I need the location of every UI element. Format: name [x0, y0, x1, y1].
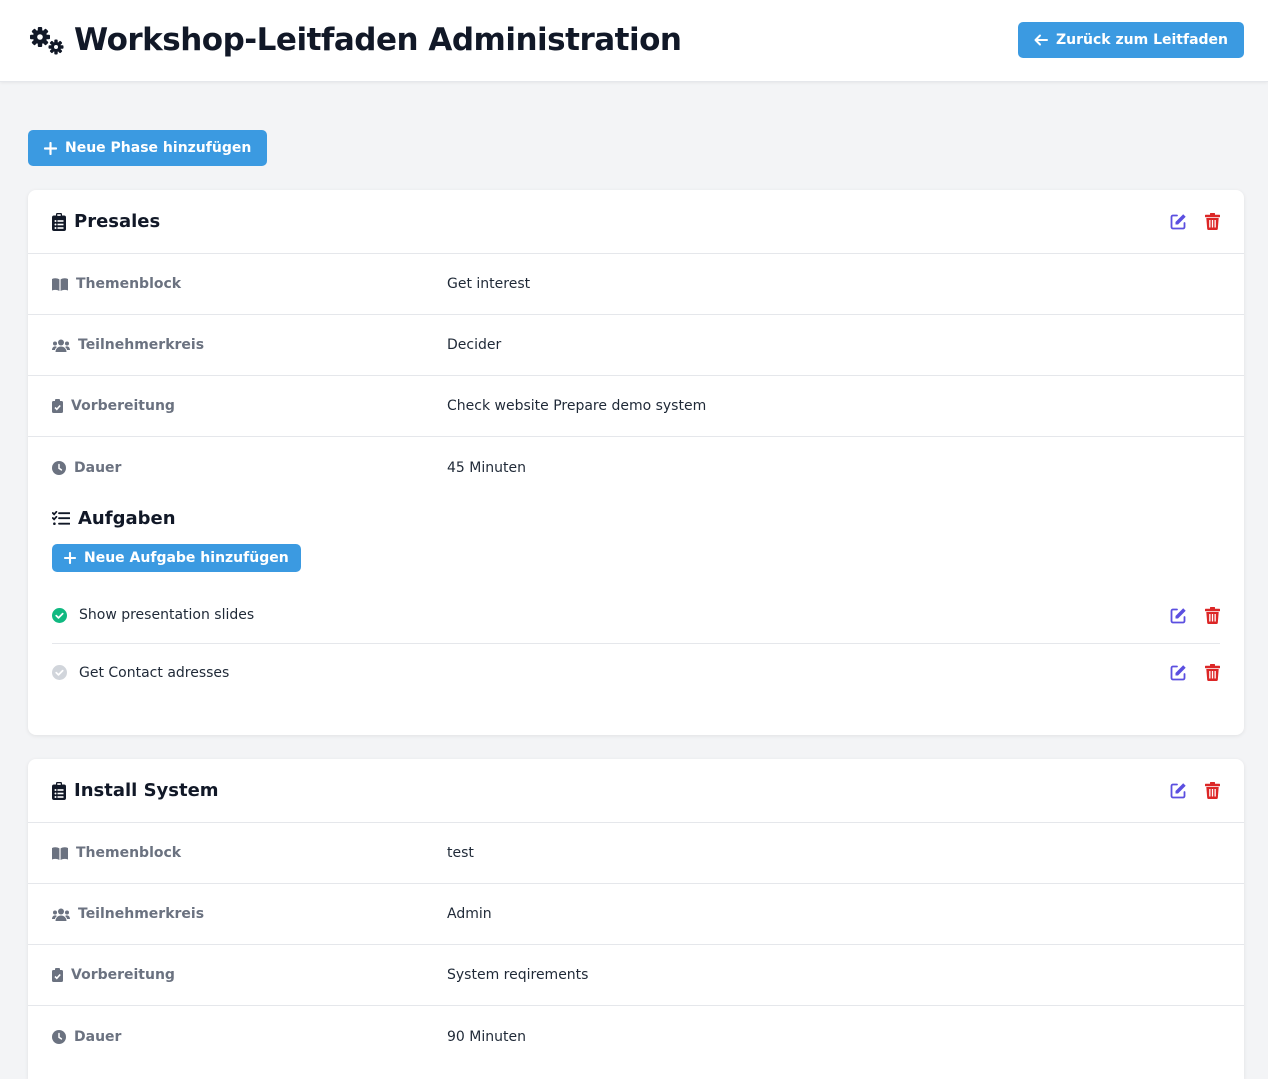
clock-icon: [52, 1029, 66, 1044]
vorbereitung-label: Vorbereitung: [71, 967, 175, 983]
tasks-heading: Aufgaben: [52, 498, 1220, 538]
add-phase-label: Neue Phase hinzufügen: [65, 140, 252, 156]
plus-icon: [64, 552, 76, 564]
trash-icon[interactable]: [1205, 782, 1220, 799]
phase-card-presales: Presales Themenblock Get interest Teilne…: [28, 190, 1244, 735]
plus-icon: [44, 141, 57, 155]
edit-icon[interactable]: [1170, 213, 1187, 230]
phase-title: Install System: [74, 780, 219, 801]
task-item: Get Contact adresses: [52, 644, 1220, 701]
gears-icon: [28, 25, 66, 55]
themenblock-value: test: [447, 845, 474, 861]
tasks-title: Aufgaben: [78, 507, 176, 529]
field-label: Vorbereitung: [52, 967, 447, 983]
field-row-dauer: Dauer 90 Minuten: [28, 1006, 1244, 1067]
check-circle-icon[interactable]: [52, 665, 67, 680]
trash-icon[interactable]: [1205, 213, 1220, 230]
phase-header: Presales: [28, 190, 1244, 254]
themenblock-label: Themenblock: [76, 276, 182, 292]
tasks-section: Aufgaben Neue Aufgabe hinzufügen Show pr…: [28, 498, 1244, 725]
themenblock-label: Themenblock: [76, 845, 182, 861]
field-row-themenblock: Themenblock Get interest: [28, 254, 1244, 315]
field-row-themenblock: Themenblock test: [28, 823, 1244, 884]
back-button-label: Zurück zum Leitfaden: [1056, 32, 1228, 48]
vorbereitung-value: System reqirements: [447, 967, 589, 983]
dauer-label: Dauer: [74, 1028, 122, 1045]
teilnehmerkreis-value: Admin: [447, 906, 492, 922]
trash-icon[interactable]: [1205, 664, 1220, 681]
users-icon: [52, 339, 70, 352]
field-label: Themenblock: [52, 845, 447, 861]
phase-actions: [1170, 213, 1220, 230]
clipboard-check-icon: [52, 399, 63, 413]
add-task-button[interactable]: Neue Aufgabe hinzufügen: [52, 544, 301, 572]
field-row-dauer: Dauer 45 Minuten: [28, 437, 1244, 498]
list-check-icon: [52, 510, 70, 526]
edit-icon[interactable]: [1170, 607, 1187, 624]
clipboard-list-icon: [52, 781, 66, 800]
field-label: Teilnehmerkreis: [52, 337, 447, 353]
task-item: Show presentation slides: [52, 587, 1220, 644]
field-label: Themenblock: [52, 276, 447, 292]
vorbereitung-label: Vorbereitung: [71, 398, 175, 414]
clipboard-list-icon: [52, 212, 66, 231]
phase-title: Presales: [74, 211, 161, 232]
field-row-teilnehmerkreis: Teilnehmerkreis Admin: [28, 884, 1244, 945]
book-open-icon: [52, 277, 68, 291]
themenblock-value: Get interest: [447, 276, 531, 292]
task-label: Show presentation slides: [79, 607, 255, 623]
field-label: Teilnehmerkreis: [52, 906, 447, 922]
task-actions: [1170, 664, 1220, 681]
header-title-group: Workshop-Leitfaden Administration: [28, 22, 682, 58]
users-icon: [52, 908, 70, 921]
trash-icon[interactable]: [1205, 606, 1220, 624]
field-label: Dauer: [52, 460, 447, 476]
field-label: Vorbereitung: [52, 398, 447, 414]
phase-actions: [1170, 782, 1220, 799]
task-label: Get Contact adresses: [79, 664, 230, 681]
teilnehmerkreis-label: Teilnehmerkreis: [78, 906, 205, 922]
field-label: Dauer: [52, 1029, 447, 1045]
page-header: Workshop-Leitfaden Administration Zurück…: [0, 0, 1268, 82]
phase-header: Install System: [28, 759, 1244, 823]
back-to-guide-button[interactable]: Zurück zum Leitfaden: [1018, 22, 1244, 58]
clock-icon: [52, 460, 66, 475]
teilnehmerkreis-value: Decider: [447, 337, 502, 353]
arrow-left-icon: [1034, 33, 1049, 47]
check-circle-icon[interactable]: [52, 607, 67, 623]
dauer-label: Dauer: [74, 459, 122, 476]
field-row-teilnehmerkreis: Teilnehmerkreis Decider: [28, 315, 1244, 376]
clipboard-check-icon: [52, 968, 63, 982]
edit-icon[interactable]: [1170, 782, 1187, 799]
dauer-value: 90 Minuten: [447, 1028, 526, 1045]
book-open-icon: [52, 846, 68, 860]
teilnehmerkreis-label: Teilnehmerkreis: [78, 337, 205, 353]
dauer-value: 45 Minuten: [447, 459, 526, 476]
task-actions: [1170, 606, 1220, 624]
page-title: Workshop-Leitfaden Administration: [74, 22, 682, 58]
field-row-vorbereitung: Vorbereitung System reqirements: [28, 945, 1244, 1006]
phase-card-install-system: Install System Themenblock test Teilnehm…: [28, 759, 1244, 1079]
add-task-label: Neue Aufgabe hinzufügen: [84, 550, 289, 566]
edit-icon[interactable]: [1170, 664, 1187, 681]
add-phase-button[interactable]: Neue Phase hinzufügen: [28, 130, 268, 166]
field-row-vorbereitung: Vorbereitung Check website Prepare demo …: [28, 376, 1244, 437]
vorbereitung-value: Check website Prepare demo system: [447, 398, 707, 414]
